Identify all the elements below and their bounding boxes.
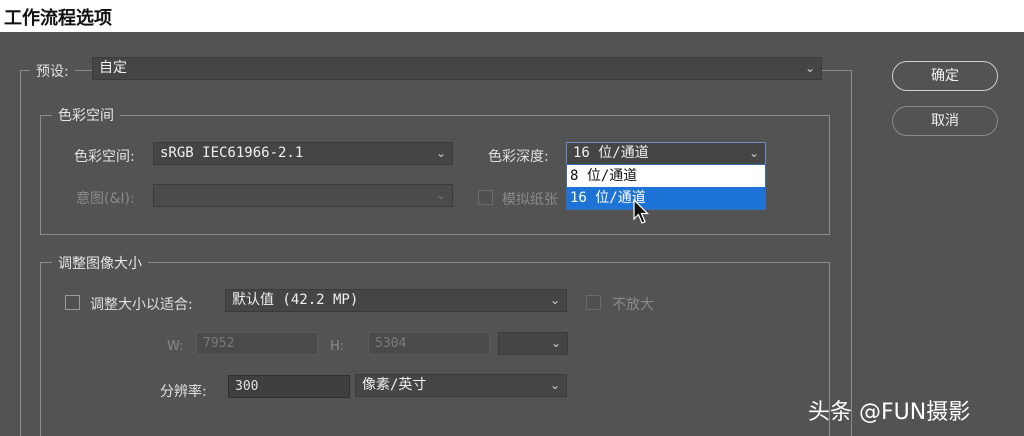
color-space-legend: 色彩空间 xyxy=(52,105,120,125)
resize-legend: 调整图像大小 xyxy=(52,253,148,273)
preset-label: 预设: xyxy=(30,61,75,81)
resize-to-fit-label: 调整大小以适合: xyxy=(90,297,193,313)
preset-select[interactable]: 自定 ⌄ xyxy=(92,57,822,80)
simulate-paper-checkbox[interactable] xyxy=(478,190,493,205)
width-input[interactable]: 7952 xyxy=(196,332,318,355)
intent-select[interactable]: ⌄ xyxy=(153,184,453,207)
color-depth-label: 色彩深度: xyxy=(488,149,549,165)
watermark-text: 头条 @FUN摄影 xyxy=(808,400,971,425)
size-unit-select[interactable]: ⌄ xyxy=(498,332,568,355)
resolution-unit-value: 像素/英寸 xyxy=(362,377,427,393)
chevron-down-icon: ⌄ xyxy=(435,146,446,160)
width-label: W: xyxy=(167,339,184,354)
no-enlarge-label: 不放大 xyxy=(612,297,654,313)
chevron-down-icon: ⌄ xyxy=(435,188,446,202)
dialog-panel: 预设: 自定 ⌄ 确定 取消 色彩空间 色彩空间: sRGB IEC61966-… xyxy=(0,32,1024,436)
simulate-paper-label: 模拟纸张 xyxy=(502,192,558,208)
height-label: H: xyxy=(330,339,345,354)
color-space-select[interactable]: sRGB IEC61966-2.1 ⌄ xyxy=(153,142,453,165)
chevron-down-icon: ⌄ xyxy=(549,378,560,392)
resize-to-fit-checkbox[interactable] xyxy=(65,295,80,310)
color-depth-dropdown-list[interactable]: 8 位/通道 16 位/通道 xyxy=(566,164,766,210)
window-title: 工作流程选项 xyxy=(4,8,112,29)
color-depth-select[interactable]: 16 位/通道 ⌄ xyxy=(566,142,766,165)
chevron-down-icon: ⌄ xyxy=(804,61,815,75)
ok-button[interactable]: 确定 xyxy=(892,61,998,91)
intent-label: 意图(&I): xyxy=(76,191,135,207)
mouse-cursor-icon xyxy=(633,199,649,224)
height-input[interactable]: 5304 xyxy=(368,332,490,355)
resize-to-fit-select[interactable]: 默认值 (42.2 MP) ⌄ xyxy=(225,289,567,312)
depth-option-16bit[interactable]: 16 位/通道 xyxy=(567,187,765,209)
resolution-input[interactable]: 300 xyxy=(228,375,350,398)
color-space-label: 色彩空间: xyxy=(74,149,135,165)
color-depth-value: 16 位/通道 xyxy=(573,145,649,161)
no-enlarge-checkbox[interactable] xyxy=(586,295,601,310)
depth-option-8bit[interactable]: 8 位/通道 xyxy=(567,165,765,187)
preset-value: 自定 xyxy=(99,60,127,76)
cancel-button[interactable]: 取消 xyxy=(892,106,998,136)
chevron-down-icon: ⌄ xyxy=(550,336,561,350)
color-space-value: sRGB IEC61966-2.1 xyxy=(160,145,304,161)
resolution-unit-select[interactable]: 像素/英寸 ⌄ xyxy=(355,374,567,397)
chevron-down-icon: ⌄ xyxy=(549,293,560,307)
resize-to-fit-value: 默认值 (42.2 MP) xyxy=(232,292,359,308)
chevron-down-icon: ⌄ xyxy=(748,146,759,160)
title-bar: 工作流程选项 xyxy=(0,0,1024,32)
resolution-label: 分辨率: xyxy=(160,384,207,400)
